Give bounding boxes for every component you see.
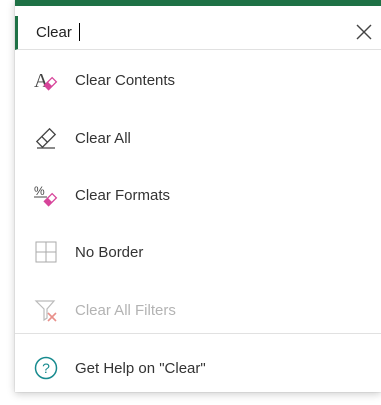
no-border-icon	[33, 239, 59, 265]
close-icon[interactable]	[354, 22, 374, 42]
menu-item-label: Clear All	[75, 129, 131, 147]
menu-item-clear-all[interactable]: Clear All	[33, 120, 363, 156]
search-row	[15, 16, 381, 50]
menu-item-label: Clear Contents	[75, 71, 176, 89]
help-label: Get Help on "Clear"	[75, 359, 206, 377]
menu-item-label: Clear Formats	[75, 186, 171, 204]
search-input[interactable]	[36, 20, 336, 44]
svg-text:%: %	[34, 184, 45, 198]
clear-filter-icon	[33, 297, 59, 323]
menu-item-clear-formats[interactable]: % Clear Formats	[33, 177, 363, 213]
svg-text:?: ?	[42, 360, 50, 376]
menu-item-clear-contents[interactable]: A Clear Contents	[33, 62, 363, 98]
eraser-icon	[33, 125, 59, 151]
menu-item-get-help[interactable]: ? Get Help on "Clear"	[33, 350, 363, 386]
help-icon: ?	[33, 355, 59, 381]
menu-item-label: Clear All Filters	[75, 301, 176, 319]
text-caret	[79, 23, 80, 41]
divider	[15, 333, 381, 334]
menu-item-label: No Border	[75, 243, 144, 261]
clear-formats-icon: %	[33, 182, 59, 208]
accent-bar	[15, 0, 381, 6]
menu-item-clear-all-filters: Clear All Filters	[33, 292, 363, 328]
menu-item-no-border[interactable]: No Border	[33, 234, 363, 270]
clear-contents-icon: A	[33, 67, 59, 93]
